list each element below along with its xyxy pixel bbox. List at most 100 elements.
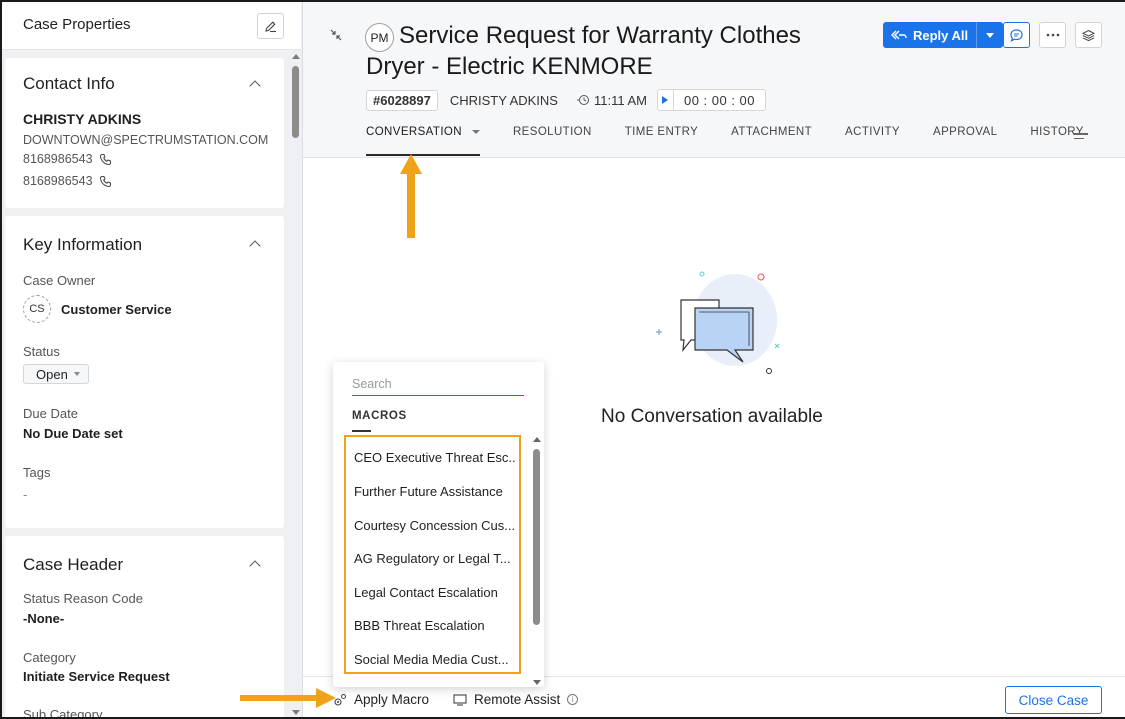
- macro-item[interactable]: Further Future Assistance: [354, 484, 516, 499]
- key-information-card: Key Information Case Owner CS Customer S…: [5, 216, 284, 528]
- tab-label: APPROVAL: [933, 126, 998, 138]
- scroll-down-arrow-icon[interactable]: [533, 680, 541, 685]
- play-timer-button[interactable]: [658, 90, 674, 110]
- sub-category-label: Sub Category: [23, 707, 103, 717]
- macro-search-input[interactable]: [352, 372, 524, 396]
- sidebar-scroll-thumb[interactable]: [292, 66, 299, 138]
- tab-activity[interactable]: ACTIVITY: [845, 126, 900, 156]
- phone-number: 8168986543: [23, 174, 93, 188]
- key-information-title: Key Information: [23, 235, 143, 254]
- chat-icon: [1010, 28, 1023, 42]
- macro-item[interactable]: AG Regulatory or Legal T...: [354, 551, 516, 566]
- macro-item[interactable]: CEO Executive Threat Esc...: [354, 450, 516, 465]
- case-owner-label: Case Owner: [23, 273, 96, 288]
- timer-value: 00 : 00 : 00: [683, 92, 756, 108]
- chevron-down-icon: [73, 372, 80, 376]
- scroll-up-arrow-icon[interactable]: [292, 54, 300, 59]
- play-icon: [662, 96, 669, 104]
- edit-properties-button[interactable]: [257, 13, 284, 39]
- collapse-case-header-icon[interactable]: [249, 560, 261, 572]
- clock-icon: [576, 95, 589, 105]
- macro-scroll-thumb[interactable]: [533, 449, 540, 625]
- empty-conversation-illustration-icon: [656, 271, 780, 374]
- macro-list: CEO Executive Threat Esc... Further Futu…: [344, 435, 521, 674]
- status-reason-label: Status Reason Code: [23, 591, 143, 606]
- tab-label: CONVERSATION: [366, 126, 462, 138]
- ticket-time: 11:11 AM: [576, 93, 647, 108]
- case-owner-value[interactable]: Customer Service: [61, 302, 172, 317]
- tags-label: Tags: [23, 465, 51, 480]
- more-options-button[interactable]: [1039, 22, 1066, 48]
- info-icon[interactable]: i: [567, 694, 579, 705]
- phone-icon[interactable]: [99, 175, 112, 188]
- tab-label: TIME ENTRY: [624, 126, 699, 138]
- tags-value[interactable]: -: [23, 487, 27, 502]
- contact-info-card: Contact Info CHRISTY ADKINS DOWNTOWN@SPE…: [5, 58, 284, 208]
- contact-email[interactable]: DOWNTOWN@SPECTRUMSTATION.COM: [23, 133, 268, 147]
- macro-item[interactable]: Courtesy Concession Cus...: [354, 518, 516, 533]
- collapse-contact-info-icon[interactable]: [249, 80, 261, 92]
- ticket-number[interactable]: #6028897: [366, 89, 438, 111]
- phone-icon[interactable]: [99, 153, 112, 166]
- reply-all-label: Reply All: [913, 27, 969, 43]
- macro-item[interactable]: Social Media Media Cust...: [354, 652, 516, 667]
- macro-item[interactable]: Legal Contact Escalation: [354, 585, 516, 600]
- case-header-title: Case Header: [23, 555, 124, 574]
- status-reason-value[interactable]: -None-: [23, 611, 64, 626]
- menu-icon[interactable]: [1074, 133, 1088, 142]
- phone-number: 8168986543: [23, 152, 93, 166]
- chevron-down-icon: [986, 32, 995, 38]
- more-icon: [1046, 33, 1059, 37]
- close-case-button[interactable]: Close Case: [1005, 686, 1102, 714]
- scroll-up-arrow-icon[interactable]: [533, 437, 541, 442]
- ticket-meta: #6028897 CHRISTY ADKINS 11:11 AM 00 : 00…: [366, 89, 767, 111]
- case-properties-sidebar: Case Properties Contact Info CHRISTY ADK…: [2, 2, 303, 717]
- tab-attachment[interactable]: ATTACHMENT: [731, 126, 812, 156]
- tab-time-entry[interactable]: TIME ENTRY: [625, 126, 698, 156]
- scroll-down-arrow-icon[interactable]: [292, 710, 300, 715]
- contact-phone-2[interactable]: 8168986543: [23, 174, 112, 188]
- remote-assist-label: Remote Assist: [474, 692, 561, 707]
- reply-all-icon: [891, 30, 907, 40]
- category-value[interactable]: Initiate Service Request: [23, 669, 170, 684]
- contact-phone-1[interactable]: 8168986543: [23, 152, 112, 166]
- macro-scrollbar[interactable]: [532, 437, 542, 685]
- ticket-contact[interactable]: CHRISTY ADKINS: [450, 93, 558, 108]
- case-owner-avatar: CS: [23, 295, 51, 323]
- layers-button[interactable]: [1075, 22, 1102, 48]
- reply-all-group: Reply All: [883, 22, 1004, 48]
- collapse-icon[interactable]: [329, 28, 343, 42]
- monitor-icon: [453, 693, 467, 706]
- tab-label: RESOLUTION: [512, 126, 592, 138]
- agent-avatar[interactable]: PM: [365, 23, 394, 52]
- tab-label: ATTACHMENT: [731, 126, 813, 138]
- sidebar-header: Case Properties: [2, 2, 301, 50]
- reply-all-button[interactable]: Reply All: [883, 22, 978, 48]
- macros-section-title: MACROS: [352, 410, 407, 422]
- reply-options-dropdown[interactable]: [977, 22, 1004, 48]
- comment-button[interactable]: [1003, 22, 1030, 48]
- tab-approval[interactable]: APPROVAL: [933, 126, 997, 156]
- macro-popup: MACROS CEO Executive Threat Esc... Furth…: [333, 362, 544, 687]
- remote-assist-button[interactable]: Remote Assist i: [453, 692, 579, 707]
- status-dropdown[interactable]: Open: [23, 364, 89, 384]
- ticket-subject: Service Request for Warranty Clothes Dry…: [366, 22, 801, 80]
- layers-icon: [1082, 29, 1095, 41]
- chevron-down-icon[interactable]: [471, 130, 480, 134]
- contact-name[interactable]: CHRISTY ADKINS: [23, 111, 141, 127]
- due-date-value[interactable]: No Due Date set: [23, 426, 123, 441]
- tab-label: ACTIVITY: [845, 126, 901, 138]
- section-underline: [352, 430, 371, 432]
- macro-item[interactable]: BBB Threat Escalation: [354, 618, 516, 633]
- annotation-arrow-up-icon: [400, 154, 422, 238]
- ticket-tabs: CONVERSATION RESOLUTION TIME ENTRY ATTAC…: [366, 126, 1117, 158]
- sidebar-title: Case Properties: [23, 16, 131, 33]
- category-label: Category: [23, 650, 76, 665]
- tab-resolution[interactable]: RESOLUTION: [513, 126, 592, 156]
- apply-macro-button[interactable]: Apply Macro: [333, 692, 429, 707]
- status-label: Status: [23, 344, 60, 359]
- ticket-header: Service Request for Warranty Clothes Dry…: [303, 2, 1125, 158]
- annotation-arrow-right-icon: [240, 688, 336, 708]
- collapse-key-information-icon[interactable]: [249, 240, 261, 252]
- sidebar-scrollbar[interactable]: [289, 52, 301, 717]
